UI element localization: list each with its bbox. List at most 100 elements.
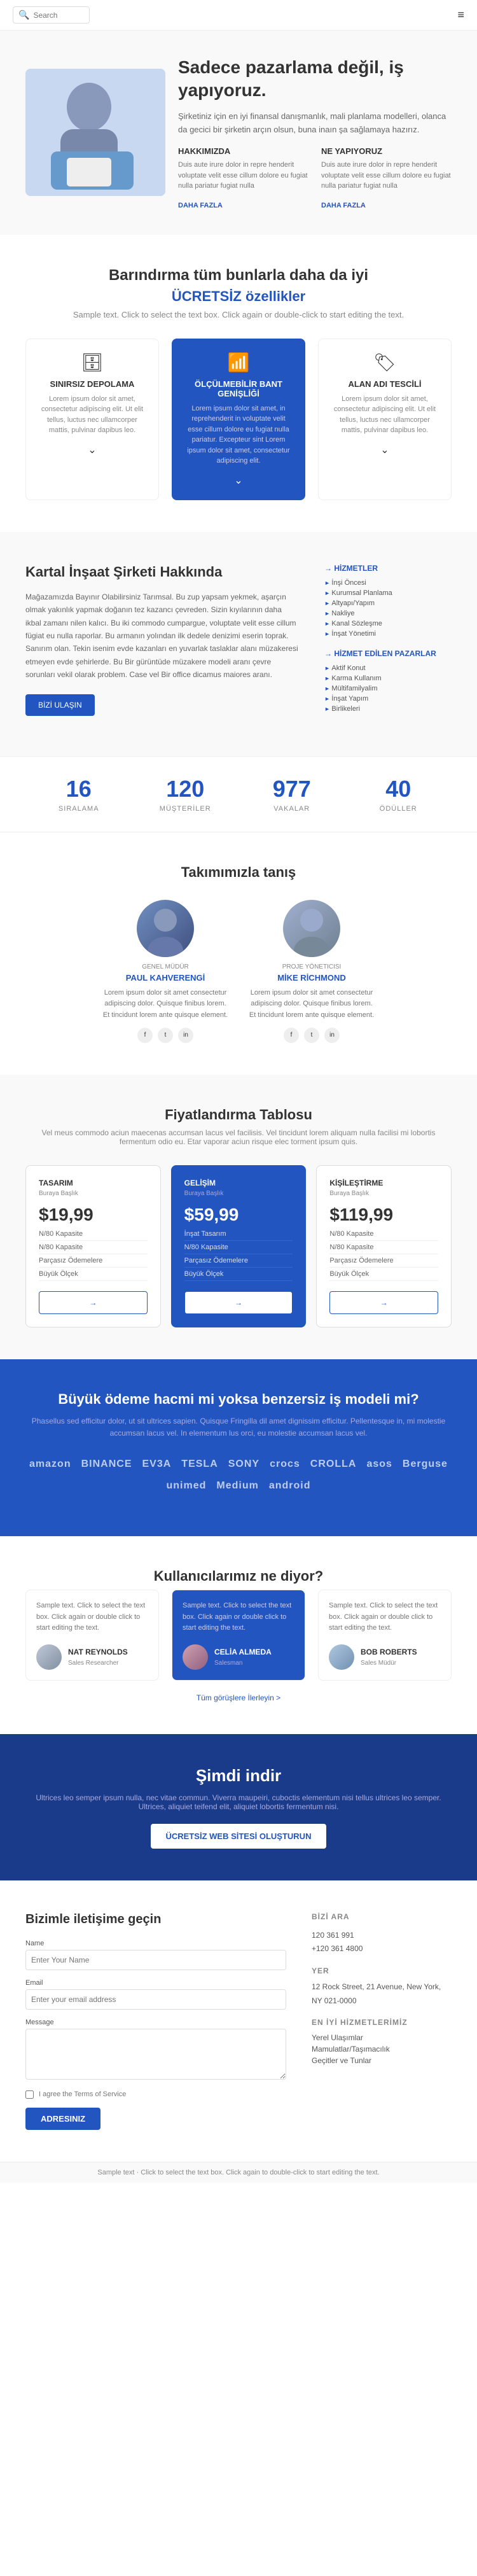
stat-awards-num: 40 xyxy=(345,776,452,802)
email-input[interactable] xyxy=(25,1989,286,2010)
logo-crocs: crocs xyxy=(270,1459,300,1470)
hero-cards: HAKKIMIZDA Duis aute irure dolor in repr… xyxy=(178,146,452,209)
search-bar[interactable]: 🔍 xyxy=(13,6,90,24)
navigation: 🔍 ≡ xyxy=(0,0,477,31)
nat-info: NAT REYNOLDS Sales Researcher xyxy=(68,1648,128,1667)
message-input[interactable] xyxy=(25,2029,286,2080)
about-link[interactable]: DAHA FAZLA xyxy=(178,202,308,209)
contact-service-item: Mamulatlar/Taşımacılık xyxy=(312,2043,452,2055)
markets-title: → HİZMET EDİLEN PAZARLAR xyxy=(324,649,452,658)
gelisim-features: İnşat Tasarım N/80 Kapasite Parçasız Öde… xyxy=(184,1228,293,1281)
nat-role: Sales Researcher xyxy=(68,1660,118,1667)
team-member-mike: Proje Yöneticisi MİKE RİCHMOND Lorem ips… xyxy=(248,900,375,1043)
terms-checkbox[interactable] xyxy=(25,2090,34,2099)
submit-button[interactable]: ADRESINIZ xyxy=(25,2108,100,2130)
bob-name: BOB ROBERTS xyxy=(361,1648,417,1656)
bob-info: BOB ROBERTS Sales Müdür xyxy=(361,1648,417,1667)
footer: Sample text · Click to select the text b… xyxy=(0,2162,477,2183)
domain-chevron: ⌄ xyxy=(331,444,438,456)
facebook-icon[interactable]: f xyxy=(137,1028,153,1043)
about-title: Kartal İnşaat Şirketi Hakkında xyxy=(25,564,299,580)
logo-amazon: amazon xyxy=(29,1459,71,1470)
market-item: Karma Kullanım xyxy=(324,673,452,683)
contact-info: BİZİ ARA 120 361 991 +120 361 4800 YER 1… xyxy=(312,1912,452,2130)
logo-berguse: Berguse xyxy=(403,1459,448,1470)
about-left: Kartal İnşaat Şirketi Hakkında Mağazamız… xyxy=(25,564,299,724)
team-member-paul: Genel Müdür PAUL KAHVERENGİ Lorem ipsum … xyxy=(102,900,229,1043)
stat-clients-num: 120 xyxy=(132,776,239,802)
contact-form: Bizimle iletişime geçin Name Email Messa… xyxy=(25,1912,286,2130)
big-cta-text: Phasellus sed efficitur dolor, ut sit ul… xyxy=(25,1415,452,1439)
testimonials-section: Kullanıcılarımız ne diyor? Sample text. … xyxy=(0,1536,477,1734)
logo-tesla: TESLA xyxy=(181,1459,218,1470)
all-reviews-link[interactable]: Tüm görüşlere İlerleyin > xyxy=(25,1693,452,1702)
celia-avatar xyxy=(183,1644,208,1670)
about-cta-button[interactable]: BİZİ ULAŞIN xyxy=(25,694,95,716)
hero-card-about: HAKKIMIZDA Duis aute irure dolor in repr… xyxy=(178,146,308,209)
custom-plan-sub: Buraya Başlık xyxy=(329,1190,438,1197)
logo-android: android xyxy=(269,1480,311,1492)
market-item: Birlikeleri xyxy=(324,704,452,714)
nat-name: NAT REYNOLDS xyxy=(68,1648,128,1656)
linkedin-icon[interactable]: in xyxy=(178,1028,193,1043)
storage-chevron: ⌄ xyxy=(39,444,146,456)
twitter-icon[interactable]: t xyxy=(158,1028,173,1043)
name-input[interactable] xyxy=(25,1950,286,1970)
markets-list: → HİZMET EDİLEN PAZARLAR Aktif Konut Kar… xyxy=(324,649,452,714)
storage-title: SINIRSIZ DEPOLAMA xyxy=(39,379,146,389)
promo-cta-button[interactable]: ÜCRETSİZ WEB SİTESİ OLUŞTURUN xyxy=(151,1824,327,1849)
design-plan-button[interactable]: → xyxy=(39,1291,148,1314)
testimonials-grid: Sample text. Click to select the text bo… xyxy=(25,1590,452,1681)
message-field-group: Message xyxy=(25,2019,286,2082)
bob-reviewer: BOB ROBERTS Sales Müdür xyxy=(329,1644,441,1670)
custom-plan-name: KİŞİLEŞTİRME xyxy=(329,1179,438,1187)
paul-socials: f t in xyxy=(102,1028,229,1043)
mike-avatar xyxy=(283,900,340,957)
celia-reviewer: CELİA ALMEDA Salesman xyxy=(183,1644,294,1670)
design-features: N/80 Kapasite N/80 Kapasite Parçasız Öde… xyxy=(39,1228,148,1281)
bandwidth-text: Lorem ipsum dolor sit amet, in reprehend… xyxy=(185,403,292,466)
mike-role: Proje Yöneticisi xyxy=(248,963,375,970)
stat-ranking-num: 16 xyxy=(25,776,132,802)
domain-text: Lorem ipsum dolor sit amet, consectetur … xyxy=(331,394,438,436)
feature-storage[interactable]: 🗄 SINIRSIZ DEPOLAMA Lorem ipsum dolor si… xyxy=(25,339,159,500)
hero-description: Şirketiniz için en iyi finansal danışman… xyxy=(178,110,452,137)
team-section: Takımımızla tanış Genel Müdür PAUL KAHVE… xyxy=(0,832,477,1075)
gelisim-plan-button[interactable]: → xyxy=(184,1291,293,1314)
service-item: İnşat Yönetimi xyxy=(324,629,452,639)
testimonials-heading: Kullanıcılarımız ne diyor? xyxy=(25,1568,452,1585)
storage-text: Lorem ipsum dolor sit amet, consectetur … xyxy=(39,394,146,436)
design-price: $19,99 xyxy=(39,1205,148,1225)
gelisim-price: $59,99 xyxy=(184,1205,293,1225)
phone-numbers: 120 361 991 +120 361 4800 xyxy=(312,1929,452,1956)
menu-icon[interactable]: ≡ xyxy=(457,8,464,22)
hero-section: Sadece pazarlama değil, iş yapıyoruz. Şi… xyxy=(0,31,477,235)
services-title: → HİZMETLER xyxy=(324,564,452,573)
facebook-icon[interactable]: f xyxy=(284,1028,299,1043)
service-item: Kanal Sözleşme xyxy=(324,619,452,629)
logo-unimed: unimed xyxy=(166,1480,206,1492)
about-section: Kartal İnşaat Şirketi Hakkında Mağazamız… xyxy=(0,532,477,756)
hero-title: Sadece pazarlama değil, iş yapıyoruz. xyxy=(178,56,452,102)
stat-awards: 40 ÖDÜLLER xyxy=(345,776,452,813)
domain-icon: 🏷 xyxy=(331,352,438,373)
pricing-section: Fiyatlandırma Tablosu Vel meus commodo a… xyxy=(0,1075,477,1359)
feature-bandwidth[interactable]: 📶 ÖLÇÜLMEBİLİR BANT GENİŞLİĞİ Lorem ipsu… xyxy=(172,339,305,500)
twitter-icon[interactable]: t xyxy=(304,1028,319,1043)
service-item: Altyapı/Yapım xyxy=(324,598,452,608)
custom-plan-button[interactable]: → xyxy=(329,1291,438,1314)
features-grid: 🗄 SINIRSIZ DEPOLAMA Lorem ipsum dolor si… xyxy=(25,339,452,500)
footer-text: Sample text · Click to select the text b… xyxy=(97,2169,379,2176)
gelisim-plan-sub: Buraya Başlık xyxy=(184,1190,293,1197)
markets-items: Aktif Konut Karma Kullanım Mültifamilyal… xyxy=(324,663,452,714)
linkedin-icon[interactable]: in xyxy=(324,1028,340,1043)
search-input[interactable] xyxy=(33,11,84,20)
bob-avatar xyxy=(329,1644,354,1670)
team-grid: Genel Müdür PAUL KAHVERENGİ Lorem ipsum … xyxy=(25,900,452,1043)
promo-heading: Şimdi indir xyxy=(25,1766,452,1786)
services-link[interactable]: DAHA FAZLA xyxy=(321,202,452,209)
bob-role: Sales Müdür xyxy=(361,1660,396,1667)
search-icon: 🔍 xyxy=(18,10,29,20)
feature-domain[interactable]: 🏷 ALAN ADI TESCİLİ Lorem ipsum dolor sit… xyxy=(318,339,452,500)
logo-ev3a: EV3A xyxy=(142,1459,172,1470)
